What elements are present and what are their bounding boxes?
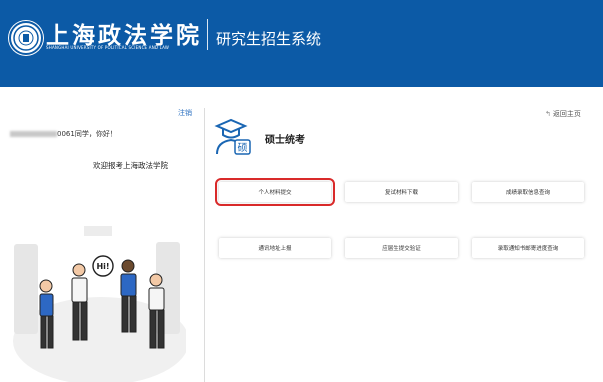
back-home-label: 返回主页 xyxy=(552,110,581,118)
sidebar-divider xyxy=(204,108,205,382)
mailing-address-report-button[interactable]: 通讯地址上报 xyxy=(219,238,331,258)
graduate-verification-button[interactable]: 应届生提交验证 xyxy=(345,238,458,258)
greeting-text: 0061同学，你好！ xyxy=(57,130,117,138)
section-title: 硕士统考 xyxy=(265,135,305,146)
masked-user-id xyxy=(10,131,57,137)
system-title: 研究生招生系统 xyxy=(216,30,322,48)
welcome-text: 欢迎报考上海政法学院 xyxy=(93,161,168,170)
graduate-icon: 硕 xyxy=(214,118,251,155)
back-arrow-icon: ↰ xyxy=(545,110,551,118)
svg-text:Hi!: Hi! xyxy=(96,262,109,271)
header-bar: 上海政法学院 SHANGHAI UNIVERSITY OF POLITICAL … xyxy=(0,0,603,87)
svg-text:硕: 硕 xyxy=(238,142,248,154)
personal-materials-button[interactable]: 个人材料提交 xyxy=(215,178,335,206)
header-divider xyxy=(207,19,208,50)
admission-letter-tracking-button[interactable]: 录取通知书邮寄进度查询 xyxy=(472,238,584,258)
students-illustration: Hi! xyxy=(13,226,186,382)
score-admission-query-button[interactable]: 成绩录取信息查询 xyxy=(472,182,584,202)
school-name-en: SHANGHAI UNIVERSITY OF POLITICAL SCIENCE… xyxy=(46,45,170,50)
school-seal-icon xyxy=(9,21,43,55)
retest-materials-download-button[interactable]: 复试材料下载 xyxy=(345,182,458,202)
user-greeting: 0061同学，你好！ xyxy=(10,129,117,139)
speech-bubble: Hi! xyxy=(92,255,114,277)
back-home-link[interactable]: ↰ 返回主页 xyxy=(545,109,581,119)
logout-link[interactable]: 注销 xyxy=(178,108,192,118)
